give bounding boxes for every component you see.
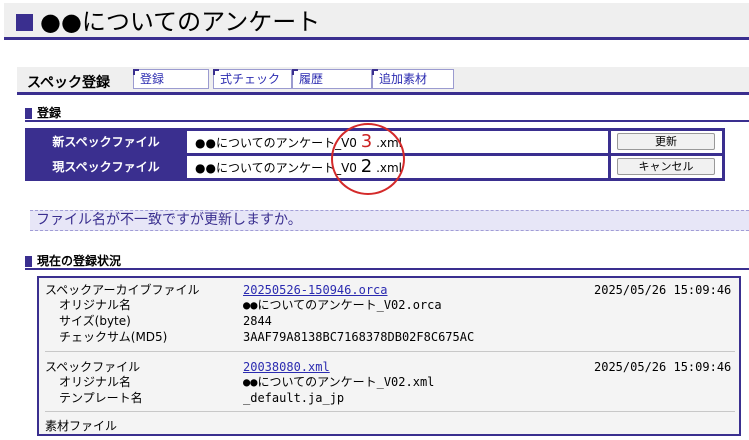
title-square-icon (16, 14, 33, 31)
status-section-header: 現在の登録状況 (25, 254, 749, 270)
archive-original-name-value: ●●についてのアンケート_V02.orca (243, 298, 442, 312)
spec-original-name-value: ●●についてのアンケート_V02.xml (243, 375, 435, 389)
cancel-button[interactable]: キャンセル (617, 158, 715, 175)
mismatch-warning: ファイル名が不一致ですが更新しますか。 (30, 210, 749, 231)
archive-size-key: サイズ(byte) (59, 314, 131, 328)
spec-file-link[interactable]: 20038080.xml (243, 360, 330, 374)
divider (45, 411, 735, 412)
highlight-circle (331, 123, 405, 195)
section-marker-icon (25, 108, 32, 119)
update-button[interactable]: 更新 (617, 133, 715, 150)
spec-timestamp: 2025/05/26 15:09:46 (594, 360, 732, 374)
nav-title: スペック登録 (27, 75, 111, 91)
update-button-cell: 更新 (611, 131, 722, 153)
spec-nav-bar: スペック登録 登録 式チェック 履歴 追加素材 (17, 67, 749, 95)
template-name-key: テンプレート名 (59, 391, 143, 405)
status-section-label: 現在の登録状況 (37, 254, 122, 268)
archive-label: スペックアーカイブファイル (45, 283, 200, 297)
archive-timestamp: 2025/05/26 15:09:46 (594, 283, 732, 297)
archive-checksum-value: 3AAF79A8138BC7168378DB02F8C675AC (243, 330, 475, 344)
tab-register[interactable]: 登録 (133, 69, 209, 89)
archive-original-name-key: オリジナル名 (59, 298, 132, 312)
new-spec-label: 新スペックファイル (52, 135, 160, 149)
register-section-label: 登録 (37, 106, 62, 120)
tab-formula-check[interactable]: 式チェック (213, 69, 292, 89)
spec-original-name-key: オリジナル名 (59, 375, 132, 389)
archive-file-link[interactable]: 20250526-150946.orca (243, 283, 388, 297)
section-marker-icon (25, 256, 32, 267)
divider (45, 351, 735, 352)
archive-size-value: 2844 (243, 314, 272, 328)
tab-history[interactable]: 履歴 (292, 69, 372, 89)
material-file-label: 素材ファイル (45, 419, 118, 433)
page-title: ●●についてのアンケート (40, 8, 321, 36)
page-header: ●●についてのアンケート (4, 3, 749, 40)
current-spec-label: 現スペックファイル (52, 160, 160, 174)
register-section-header: 登録 (25, 106, 749, 122)
registration-status-box: スペックアーカイブファイル 20250526-150946.orca 2025/… (37, 276, 741, 436)
cancel-button-cell: キャンセル (611, 156, 722, 178)
template-name-value: _default.ja_jp (243, 391, 345, 405)
tab-additional-material[interactable]: 追加素材 (372, 69, 454, 89)
spec-file-label: スペックファイル (45, 360, 141, 374)
archive-checksum-key: チェックサム(MD5) (59, 330, 168, 344)
